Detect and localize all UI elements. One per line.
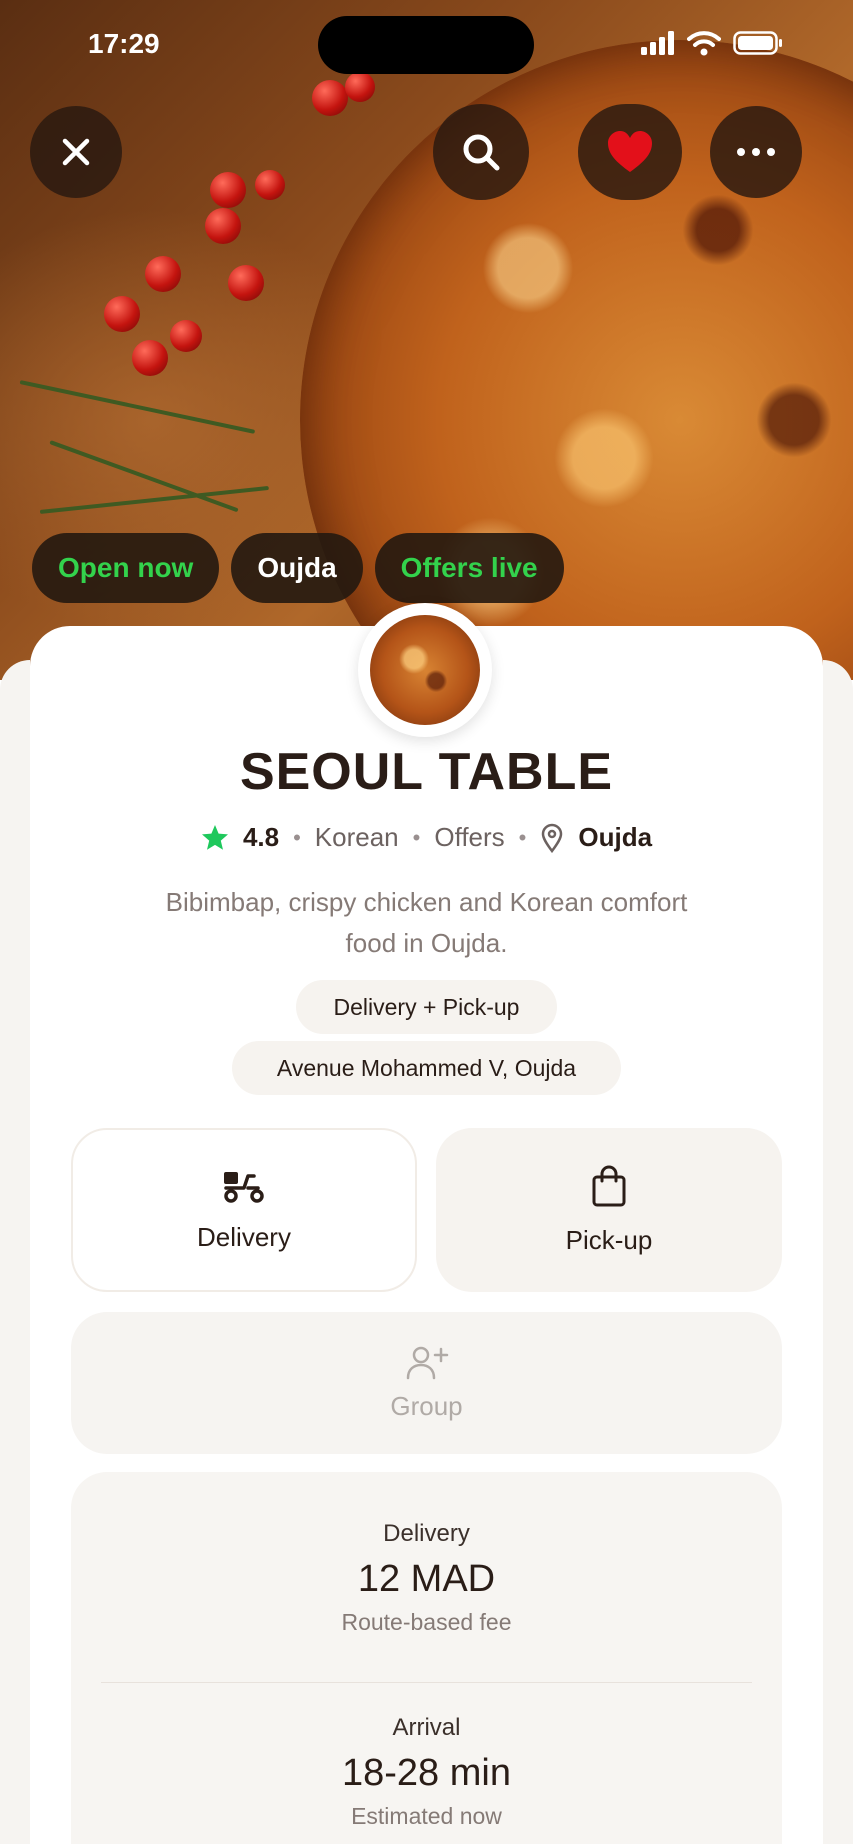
- herb-decoration: [19, 380, 256, 434]
- restaurant-avatar: [358, 603, 492, 737]
- close-button[interactable]: [30, 106, 122, 198]
- favorite-button[interactable]: [578, 104, 682, 200]
- heart-icon: [608, 131, 652, 172]
- tomato-decoration: [210, 172, 246, 208]
- separator-dot: •: [412, 824, 421, 850]
- restaurant-meta: 4.8 • Korean • Offers • Oujda: [0, 822, 853, 853]
- tomato-decoration: [228, 265, 264, 301]
- scooter-icon: [224, 1171, 264, 1203]
- cuisine-label: Korean: [314, 822, 399, 852]
- delivery-fee-label: Delivery: [383, 1520, 470, 1547]
- rating-value: 4.8: [242, 822, 280, 852]
- order-info-panel: Delivery 12 MAD Route-based fee Arrival …: [71, 1472, 782, 1844]
- dynamic-island: [318, 16, 534, 74]
- group-order-button[interactable]: Group: [71, 1312, 782, 1454]
- restaurant-avatar-image: [370, 615, 480, 725]
- location-pin-icon: [542, 823, 563, 853]
- battery-icon: [733, 31, 782, 55]
- tomato-decoration: [145, 256, 181, 292]
- pickup-mode-label: Pick-up: [565, 1224, 653, 1255]
- hero-chips: Open now Oujda Offers live: [32, 533, 564, 603]
- delivery-mode-label: Delivery: [197, 1221, 291, 1252]
- arrival-time-block: Arrival 18-28 min Estimated now: [71, 1714, 782, 1830]
- tomato-decoration: [132, 340, 168, 376]
- offers-label: Offers: [434, 822, 505, 852]
- restaurant-description: Bibimbap, crispy chicken and Korean comf…: [165, 887, 688, 958]
- divider: [101, 1682, 752, 1683]
- restaurant-name: SEOUL TABLE: [239, 743, 614, 801]
- chip-offers-live: Offers live: [374, 533, 564, 603]
- delivery-fee-block: Delivery 12 MAD Route-based fee: [71, 1520, 782, 1636]
- add-user-icon: [406, 1346, 448, 1379]
- chip-open-now: Open now: [32, 533, 220, 603]
- search-button[interactable]: [433, 104, 529, 200]
- more-dots-icon: [737, 148, 775, 156]
- arrival-note: Estimated now: [351, 1803, 502, 1829]
- star-icon: [201, 824, 228, 850]
- wifi-icon: [687, 31, 721, 56]
- status-bar: 17:29: [0, 0, 853, 90]
- close-icon: [62, 138, 90, 166]
- tomato-decoration: [104, 296, 140, 332]
- search-icon: [463, 134, 500, 171]
- tomato-decoration: [205, 208, 241, 244]
- shopping-bag-icon: [592, 1165, 626, 1206]
- city-label: Oujda: [578, 822, 653, 852]
- more-options-button[interactable]: [710, 106, 802, 198]
- tomato-decoration: [170, 320, 202, 352]
- separator-dot: •: [518, 824, 527, 850]
- delivery-fee-note: Route-based fee: [341, 1609, 512, 1635]
- separator-dot: •: [293, 824, 301, 850]
- arrival-label: Arrival: [392, 1714, 461, 1741]
- address-tag: Avenue Mohammed V, Oujda: [232, 1041, 621, 1095]
- service-tag: Delivery + Pick-up: [296, 980, 557, 1034]
- group-order-label: Group: [390, 1390, 463, 1421]
- delivery-fee-value: 12 MAD: [357, 1558, 496, 1600]
- pickup-mode-button[interactable]: Pick-up: [436, 1128, 782, 1292]
- arrival-value: 18-28 min: [342, 1752, 511, 1794]
- cellular-signal-icon: [641, 31, 674, 55]
- tomato-decoration: [255, 170, 285, 200]
- status-icons: [641, 30, 783, 56]
- status-time: 17:29: [88, 28, 160, 59]
- chip-city: Oujda: [231, 533, 363, 603]
- delivery-mode-button[interactable]: Delivery: [71, 1128, 417, 1292]
